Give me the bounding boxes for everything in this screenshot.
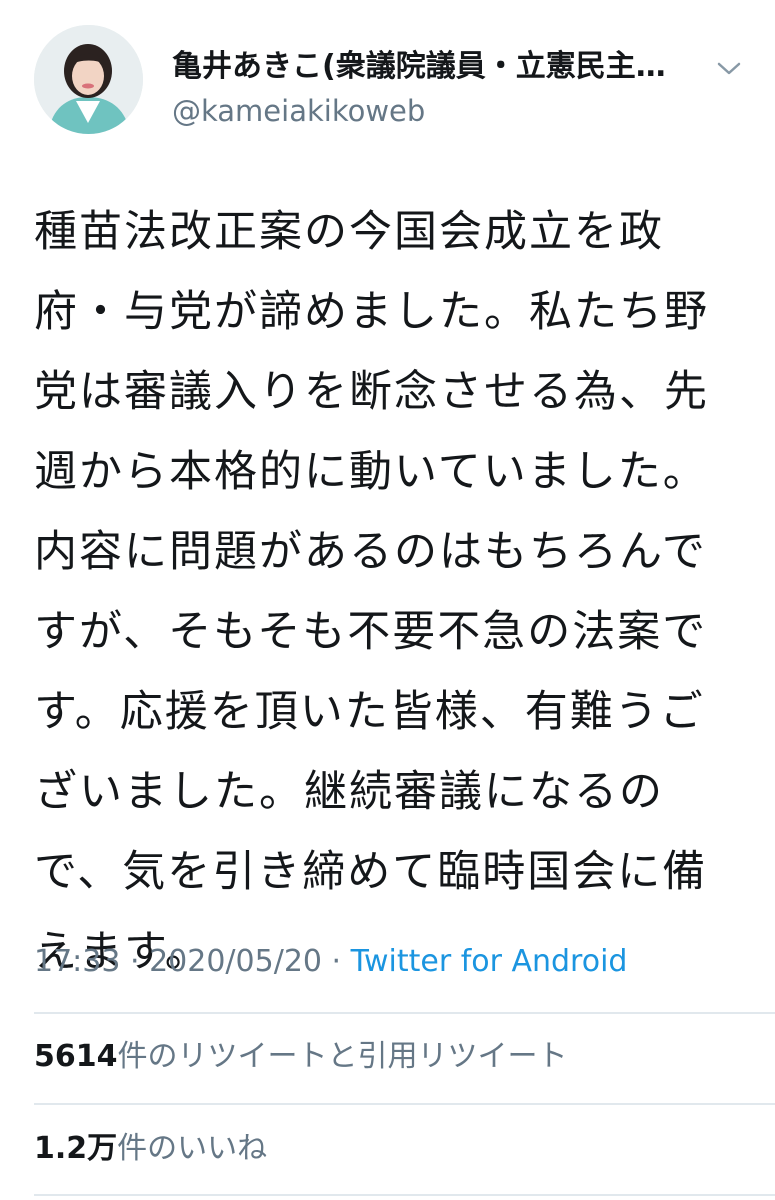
divider bbox=[34, 1103, 775, 1105]
tweet-text-line: ざいました。継続審議になるの bbox=[34, 767, 664, 817]
profile-photo-icon bbox=[34, 25, 143, 134]
retweets-stat[interactable]: 5614件のリツイートと引用リツイート bbox=[34, 1035, 568, 1079]
tweet-text: 種苗法改正案の今国会成立を政 府・与党が諦めました。私たち野 党は審議入りを断念… bbox=[34, 192, 744, 992]
tweet-text-line: 内容に問題があるのはもちろんで bbox=[34, 527, 707, 577]
tweet-text-line: すが、そもそも不要不急の法案で bbox=[34, 607, 708, 657]
avatar[interactable] bbox=[34, 25, 143, 134]
meta-separator: · bbox=[120, 944, 150, 979]
divider bbox=[34, 1194, 775, 1196]
likes-count: 1.2万 bbox=[34, 1131, 118, 1166]
user-handle[interactable]: @kameiakikoweb bbox=[172, 93, 425, 129]
tweet-source-link[interactable]: Twitter for Android bbox=[351, 944, 628, 979]
retweets-count: 5614 bbox=[34, 1039, 118, 1074]
retweets-label: 件のリツイートと引用リツイート bbox=[117, 1039, 568, 1074]
meta-separator: · bbox=[322, 944, 351, 979]
display-name[interactable]: 亀井あきこ(衆議院議員・立憲民主… bbox=[172, 47, 666, 87]
chevron-down-icon[interactable] bbox=[714, 53, 744, 83]
tweet-meta: 17:33 · 2020/05/20 · Twitter for Android bbox=[34, 940, 627, 984]
tweet-text-line: 党は審議入りを断念させる為、先 bbox=[34, 367, 709, 417]
tweet-text-line: 種苗法改正案の今国会成立を政 bbox=[34, 207, 664, 257]
tweet-time[interactable]: 17:33 bbox=[34, 944, 120, 979]
tweet-header: 亀井あきこ(衆議院議員・立憲民主… @kameiakikoweb bbox=[34, 25, 754, 150]
tweet-text-line: 府・与党が諦めました。私たち野 bbox=[34, 287, 709, 337]
tweet-date[interactable]: 2020/05/20 bbox=[149, 944, 322, 979]
likes-stat[interactable]: 1.2万件のいいね bbox=[34, 1127, 267, 1171]
divider bbox=[34, 1012, 775, 1014]
likes-label: 件のいいね bbox=[117, 1131, 268, 1166]
tweet-text-line: で、気を引き締めて臨時国会に備 bbox=[34, 847, 708, 897]
tweet-text-line: 週から本格的に動いていました。 bbox=[34, 447, 708, 497]
tweet-text-line: す。応援を頂いた皆様、有難うご bbox=[34, 687, 705, 737]
